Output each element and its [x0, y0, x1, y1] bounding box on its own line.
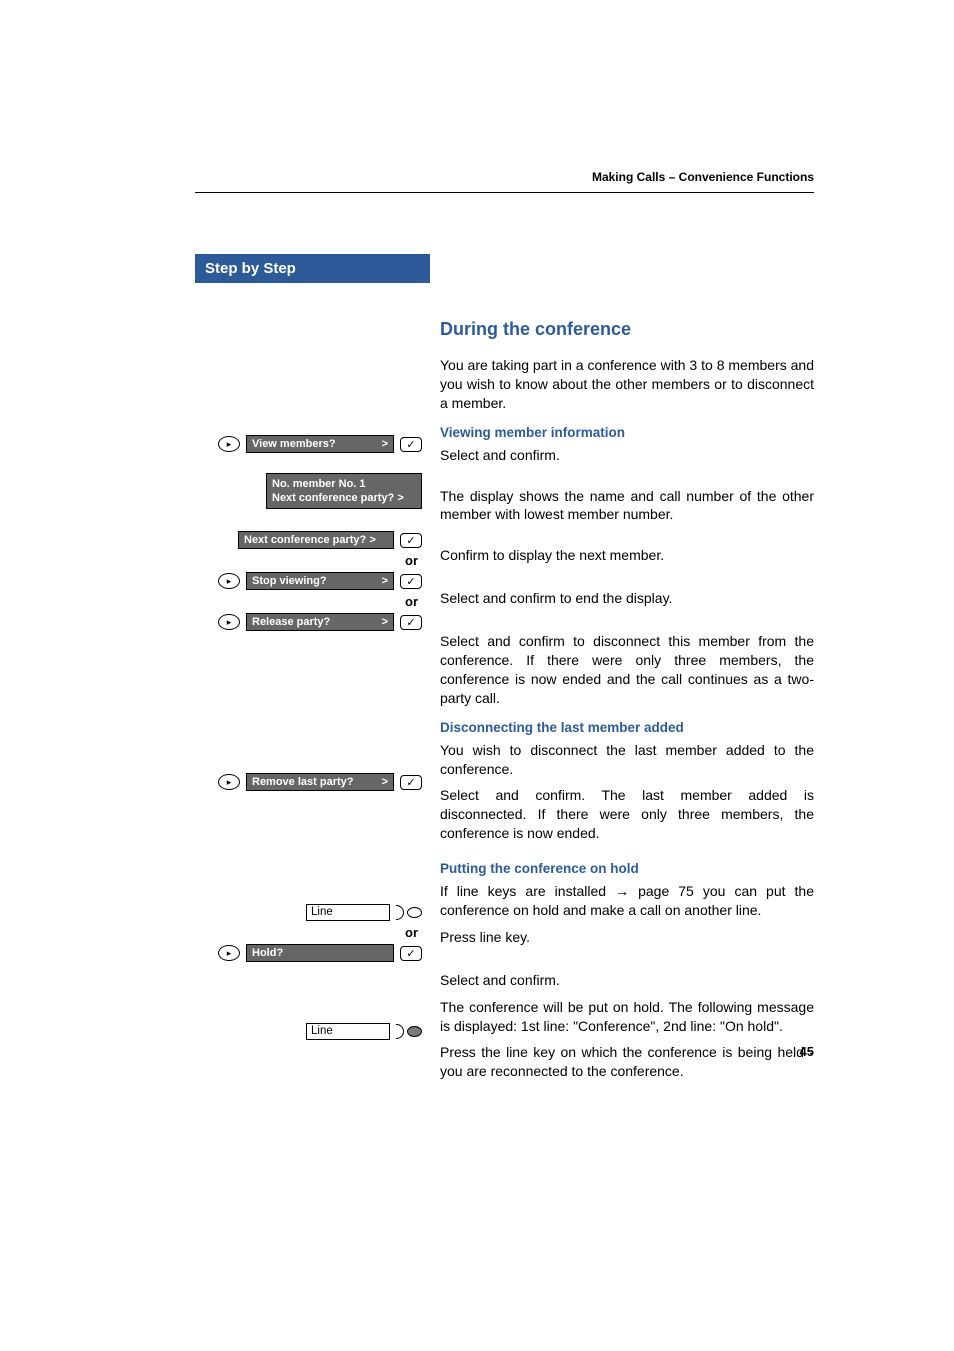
section-title: During the conference [440, 319, 814, 340]
subhead-hold: Putting the conference on hold [440, 861, 814, 876]
scroll-icon: ▸ [218, 774, 240, 790]
row-stop-viewing: ▸ Stop viewing? > ✓ [195, 570, 422, 592]
menu-view-members[interactable]: View members? > [246, 435, 394, 453]
text-wish-disconnect: You wish to disconnect the last member a… [440, 741, 814, 779]
check-icon: ✓ [406, 534, 415, 547]
menu-stop-viewing[interactable]: Stop viewing? > [246, 572, 394, 590]
display-line2: Next conference party? > [272, 491, 416, 505]
chevron-right-icon: > [382, 616, 388, 628]
led-on-icon [407, 1026, 422, 1037]
menu-remove-last[interactable]: Remove last party? > [246, 773, 394, 791]
chevron-right-icon: > [382, 438, 388, 450]
menu-label: Release party? [252, 616, 330, 628]
play-icon: ▸ [227, 948, 232, 959]
text-if-line: If line keys are installed → page 75 you… [440, 882, 814, 920]
chevron-right-icon: > [382, 575, 388, 587]
scroll-icon: ▸ [218, 945, 240, 961]
row-line-key: Line [195, 901, 422, 923]
intro-text: You are taking part in a conference with… [440, 356, 814, 413]
check-icon: ✓ [406, 776, 415, 789]
led-off-icon [407, 907, 422, 918]
play-icon: ▸ [227, 439, 232, 450]
text-display-info: The display shows the name and call numb… [440, 487, 814, 525]
right-column: During the conference You are taking par… [430, 283, 814, 1089]
scroll-icon: ▸ [218, 436, 240, 452]
menu-label: Remove last party? [252, 776, 353, 788]
check-icon: ✓ [406, 616, 415, 629]
or-label: or [195, 553, 422, 568]
row-view-members: ▸ View members? > ✓ [195, 433, 422, 455]
ok-button[interactable]: ✓ [400, 775, 422, 790]
ok-button[interactable]: ✓ [400, 946, 422, 961]
line-key[interactable]: Line [306, 1023, 390, 1040]
check-icon: ✓ [406, 438, 415, 451]
menu-label: Next conference party? > [244, 534, 376, 546]
menu-label: View members? [252, 438, 336, 450]
play-icon: ▸ [227, 576, 232, 587]
play-icon: ▸ [227, 777, 232, 788]
or-label: or [195, 594, 422, 609]
menu-label: Stop viewing? [252, 575, 327, 587]
step-by-step-header: Step by Step [195, 254, 430, 283]
menu-release-party[interactable]: Release party? > [246, 613, 394, 631]
text-press-line-reconnect: Press the line key on which the conferen… [440, 1043, 814, 1081]
menu-label: Hold? [252, 947, 283, 959]
or-label: or [195, 925, 422, 940]
check-icon: ✓ [406, 575, 415, 588]
row-release-party: ▸ Release party? > ✓ [195, 611, 422, 633]
text-remove-last: Select and confirm. The last member adde… [440, 786, 814, 843]
ok-button[interactable]: ✓ [400, 437, 422, 452]
display-line1: No. member No. 1 [272, 477, 366, 491]
text-press-line: Press line key. [440, 928, 814, 947]
horizontal-rule [195, 192, 814, 193]
running-header: Making Calls – Convenience Functions [592, 170, 814, 184]
menu-hold[interactable]: Hold? [246, 944, 394, 962]
row-remove-last: ▸ Remove last party? > ✓ [195, 771, 422, 793]
row-next-party: Next conference party? > ✓ [195, 529, 422, 551]
text-select-confirm: Select and confirm. [440, 446, 814, 465]
text-release-party: Select and confirm to disconnect this me… [440, 632, 814, 708]
line-key[interactable]: Line [306, 904, 390, 921]
row-hold: ▸ Hold? ✓ [195, 942, 422, 964]
text-confirm-next: Confirm to display the next member. [440, 546, 814, 565]
menu-next-party[interactable]: Next conference party? > [238, 531, 394, 549]
scroll-icon: ▸ [218, 614, 240, 630]
left-column: ▸ View members? > ✓ No. member No. 1 Nex… [195, 283, 430, 1042]
ok-button[interactable]: ✓ [400, 533, 422, 548]
key-arc-icon [396, 905, 404, 920]
check-icon: ✓ [406, 947, 415, 960]
ok-button[interactable]: ✓ [400, 615, 422, 630]
key-arc-icon [396, 1024, 404, 1039]
text-on-hold: The conference will be put on hold. The … [440, 998, 814, 1036]
page-number: 45 [800, 1044, 814, 1059]
display-member-info: No. member No. 1 Next conference party? … [266, 473, 422, 509]
text-stop-viewing: Select and confirm to end the display. [440, 589, 814, 608]
subhead-viewing: Viewing member information [440, 425, 814, 440]
subhead-disconnect-last: Disconnecting the last member added [440, 720, 814, 735]
scroll-icon: ▸ [218, 573, 240, 589]
chevron-right-icon: > [382, 776, 388, 788]
ok-button[interactable]: ✓ [400, 574, 422, 589]
text-select-hold: Select and confirm. [440, 971, 814, 990]
play-icon: ▸ [227, 617, 232, 628]
row-line-key-on: Line [195, 1020, 422, 1042]
row-member-info: No. member No. 1 Next conference party? … [195, 473, 422, 509]
